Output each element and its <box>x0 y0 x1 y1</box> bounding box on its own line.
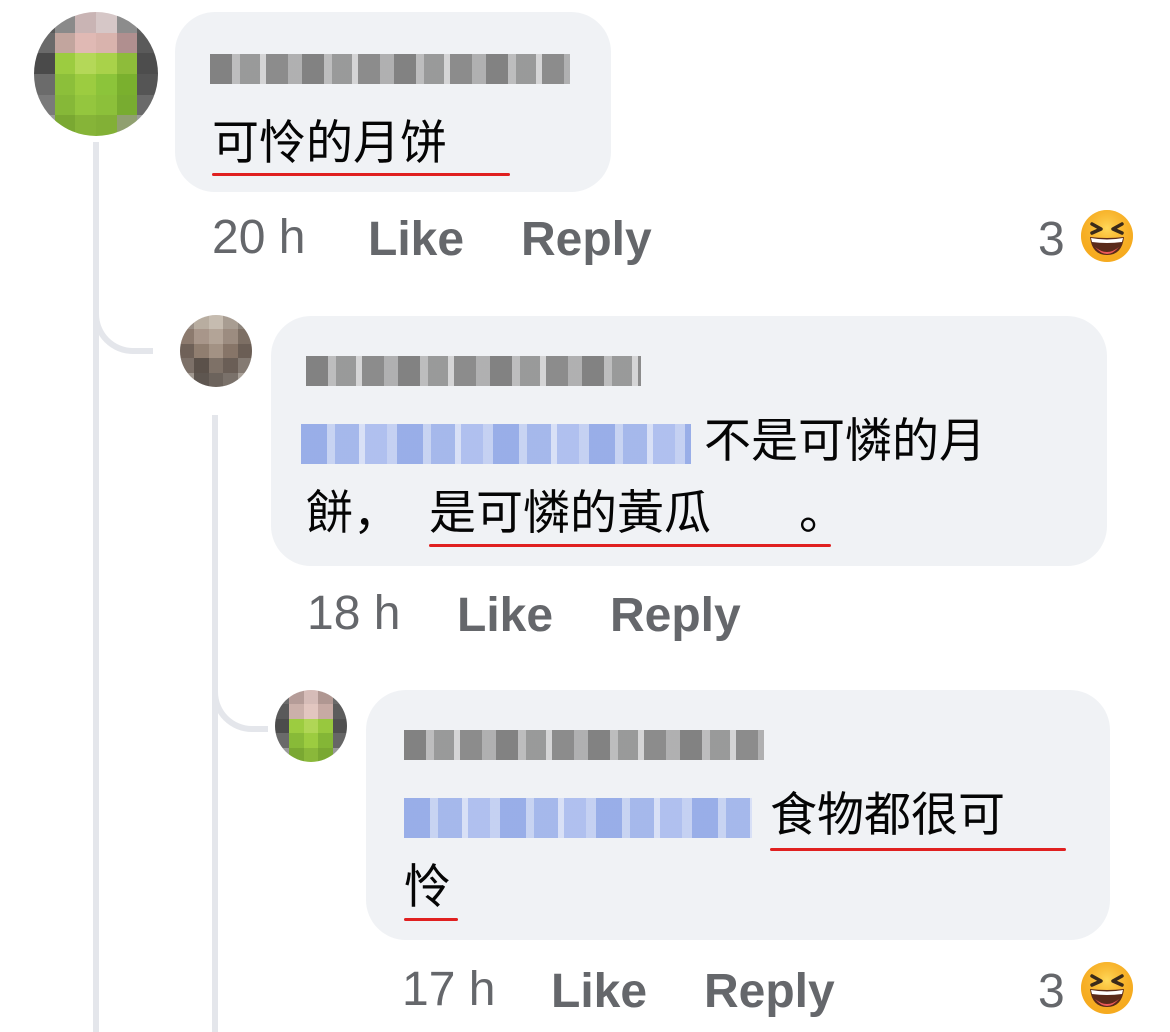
spellcheck-underline <box>429 544 831 547</box>
author-name-redacted[interactable] <box>306 356 641 386</box>
spellcheck-underline <box>770 848 1066 851</box>
reply-button[interactable]: Reply <box>704 964 835 1020</box>
laughing-emoji-icon[interactable] <box>1080 209 1134 263</box>
comment-bubble: 食物都很可 怜 <box>366 690 1110 940</box>
comment-text-line-2c: 。 <box>799 486 846 541</box>
reaction-count[interactable]: 3 <box>1038 964 1065 1020</box>
avatar[interactable] <box>34 12 158 136</box>
mention-tag-redacted[interactable] <box>404 798 752 838</box>
like-button[interactable]: Like <box>368 212 464 268</box>
comment-text-line-1: 食物都很可 <box>770 788 1005 843</box>
comment-timestamp[interactable]: 17 h <box>402 962 495 1018</box>
avatar[interactable] <box>180 315 252 387</box>
reply-button[interactable]: Reply <box>610 588 741 644</box>
like-button[interactable]: Like <box>457 588 553 644</box>
comment-text-line-2a: 餅， <box>306 486 400 541</box>
spellcheck-underline <box>212 173 510 176</box>
reaction-count[interactable]: 3 <box>1038 212 1065 268</box>
like-button[interactable]: Like <box>551 964 647 1020</box>
comment-text-line-1: 不是可憐的月 <box>704 414 986 469</box>
author-name-redacted[interactable] <box>210 54 570 84</box>
comment-timestamp[interactable]: 18 h <box>307 586 400 642</box>
comment-text: 可怜的月饼 <box>212 116 447 171</box>
comment-bubble: 可怜的月饼 <box>175 12 611 192</box>
reply-button[interactable]: Reply <box>521 212 652 268</box>
avatar[interactable] <box>275 690 347 762</box>
comment-text-line-2b: 是可憐的黃瓜 <box>429 486 711 541</box>
thread-connector-reply-1 <box>93 240 153 354</box>
author-name-redacted[interactable] <box>404 730 764 760</box>
comment-bubble: 不是可憐的月 餅， 是可憐的黃瓜 。 <box>271 316 1107 566</box>
thread-connector-reply-2 <box>212 640 268 732</box>
spellcheck-underline <box>404 918 458 921</box>
comment-text-line-2: 怜 <box>404 860 451 915</box>
laughing-emoji-icon[interactable] <box>1080 961 1134 1015</box>
mention-tag-redacted[interactable] <box>301 424 691 464</box>
thread-line-reply <box>212 415 218 1032</box>
comment-timestamp[interactable]: 20 h <box>212 210 305 266</box>
